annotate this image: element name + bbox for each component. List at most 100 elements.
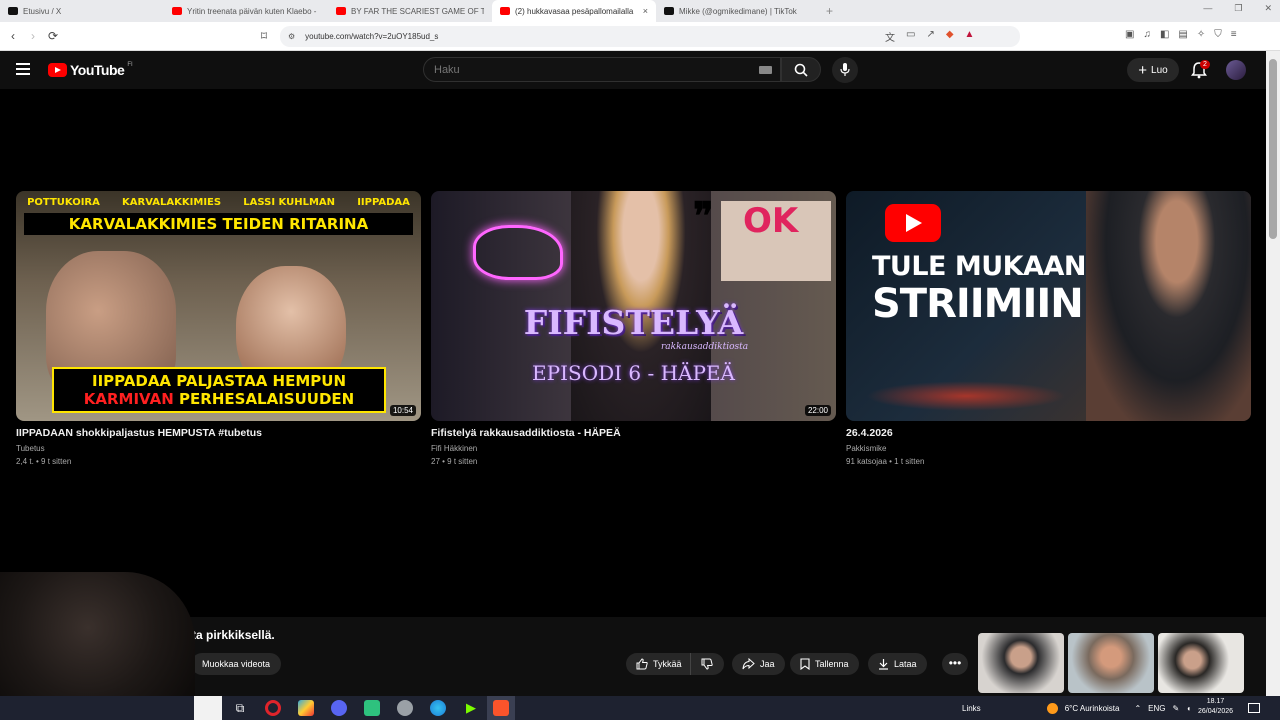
video-thumbnail[interactable]: TULE MUKAAN STRIIMIIN <box>846 191 1251 421</box>
video-card[interactable]: OK ❞ FIFISTELYÄ rakkausaddiktiosta EPISO… <box>431 191 836 468</box>
menu-icon[interactable] <box>16 63 30 75</box>
quote-mark-icon: ❞ <box>693 193 714 238</box>
address-bar-row: ‹ › ⟳ ⌑ ⚙ youtube.com/watch?v=2uOY185ud_… <box>0 22 1280 51</box>
cast-icon[interactable]: ▭ <box>906 29 915 44</box>
taskbar-active-app[interactable] <box>487 696 515 720</box>
links-toolbar[interactable]: Links <box>962 704 981 713</box>
browser-tab[interactable]: Yritin treenata päivän kuten Klaebo - <box>164 0 328 22</box>
thumbnail-person <box>1086 191 1251 421</box>
recommended-video-thumbnail[interactable] <box>978 633 1064 693</box>
scrollbar-thumb[interactable] <box>1269 59 1277 239</box>
search-input[interactable] <box>423 57 781 82</box>
search-icon <box>794 63 808 77</box>
thumbnail-title: FIFISTELYÄ <box>523 303 744 342</box>
edit-video-button[interactable]: Muokkaa videota <box>191 653 281 675</box>
youtube-favicon-icon <box>172 7 182 15</box>
video-thumbnail[interactable]: OK ❞ FIFISTELYÄ rakkausaddiktiosta EPISO… <box>431 191 836 421</box>
edge-icon[interactable] <box>430 700 446 716</box>
download-button[interactable]: Lataa <box>868 653 927 675</box>
maximize-icon[interactable]: ❐ <box>1234 3 1242 14</box>
share-button[interactable]: Jaa <box>732 653 785 675</box>
browser-tab[interactable]: Mikke (@ogmikedimane) | TikTok <box>656 0 820 22</box>
channel-name[interactable]: Fifi Häkkinen <box>431 442 836 455</box>
more-actions-button[interactable]: ••• <box>942 653 968 675</box>
taskbar-search[interactable] <box>194 696 222 720</box>
play-app-icon[interactable]: ▶ <box>463 700 479 716</box>
sidebar-icon[interactable]: ◧ <box>1160 29 1169 40</box>
thumbnail-sign: OK <box>721 201 831 281</box>
tab-title: Etusivu / X <box>23 6 62 16</box>
save-button[interactable]: Tallenna <box>790 653 859 675</box>
tray-chevron-icon[interactable]: ⌃ <box>1134 704 1141 713</box>
share-label: Jaa <box>760 659 775 669</box>
country-code: FI <box>127 62 133 68</box>
browser-tab[interactable]: BY FAR THE SCARIEST GAME OF THE <box>328 0 492 22</box>
video-meta: 27 • 9 t sitten <box>431 457 478 466</box>
opera-icon[interactable] <box>265 700 281 716</box>
discord-icon[interactable] <box>331 700 347 716</box>
youtube-logo[interactable]: YouTube FI <box>48 62 133 78</box>
create-button[interactable]: + Luo <box>1127 58 1179 82</box>
media-icon[interactable]: ♫ <box>1143 29 1151 40</box>
window-controls: — ❐ ✕ <box>1203 3 1272 14</box>
recommended-video-thumbnail[interactable] <box>1158 633 1244 693</box>
video-thumbnail[interactable]: POTTUKOIRA KARVALAKKIMIES LASSI KUHLMAN … <box>16 191 421 421</box>
task-view-icon[interactable]: ⧉ <box>232 700 248 716</box>
share-icon[interactable]: ↗ <box>926 29 934 44</box>
new-tab-button[interactable]: + <box>826 4 833 18</box>
channel-name[interactable]: Tubetus <box>16 442 421 455</box>
channel-name[interactable]: Pakkismike <box>846 442 1251 455</box>
video-card[interactable]: POTTUKOIRA KARVALAKKIMIES LASSI KUHLMAN … <box>16 191 421 468</box>
search-button[interactable] <box>781 57 821 82</box>
menu-icon[interactable]: ≡ <box>1231 29 1237 40</box>
brave-rewards-icon[interactable]: ▲ <box>965 29 975 44</box>
brave-shield-icon[interactable]: ◆ <box>946 29 954 44</box>
tab-title: (2) hukkavasaa pesäpallomailalla <box>515 6 634 16</box>
taskbar-clock[interactable]: 18.17 26/04/2026 <box>1198 697 1233 717</box>
youtube-favicon-icon <box>500 7 510 15</box>
weather-text[interactable]: 6°C Aurinkoista <box>1065 704 1120 713</box>
wallet-icon[interactable]: ▤ <box>1178 29 1187 40</box>
minimize-icon[interactable]: — <box>1203 3 1212 14</box>
system-tray: Links 6°C Aurinkoista ⌃ ENG ✎ ◖ <box>962 696 1191 720</box>
youtube-play-icon <box>48 63 67 77</box>
browser-tab[interactable]: Etusivu / X <box>0 0 164 22</box>
forward-icon[interactable]: › <box>23 29 43 43</box>
app-icon[interactable] <box>397 700 413 716</box>
download-label: Lataa <box>894 659 917 669</box>
video-title[interactable]: Fifistelyä rakkausaddiktiosta - HÄPEÄ <box>431 427 836 439</box>
video-title[interactable]: 26.4.2026 <box>846 427 1251 439</box>
site-info-icon[interactable]: ⚙ <box>288 32 295 41</box>
notification-center-icon[interactable] <box>1248 703 1260 713</box>
network-icon[interactable]: ✎ <box>1173 704 1180 713</box>
translate-icon[interactable]: 文 <box>885 29 895 44</box>
page-scrollbar[interactable] <box>1266 51 1280 696</box>
language-indicator[interactable]: ENG <box>1148 704 1165 713</box>
recommended-video-thumbnail[interactable] <box>1068 633 1154 693</box>
like-button[interactable]: Tykkää <box>626 653 690 675</box>
reload-icon[interactable]: ⟳ <box>43 29 63 43</box>
video-card[interactable]: TULE MUKAAN STRIIMIIN 26.4.2026 Pakkismi… <box>846 191 1251 468</box>
app-icon[interactable] <box>298 700 314 716</box>
voice-search-button[interactable] <box>832 57 858 83</box>
video-title[interactable]: IIPPADAAN shokkipaljastus HEMPUSTA #tube… <box>16 427 421 439</box>
thumbnail-line1: TULE MUKAAN <box>872 251 1087 282</box>
avatar[interactable] <box>1226 60 1246 80</box>
browser-tab-active[interactable]: (2) hukkavasaa pesäpallomailalla × <box>492 0 656 22</box>
keyboard-icon[interactable] <box>759 66 772 74</box>
thumbnail-subtitle: rakkausaddiktiosta <box>661 342 749 352</box>
notification-badge: 2 <box>1200 60 1210 69</box>
back-icon[interactable]: ‹ <box>3 29 23 43</box>
volume-icon[interactable]: ◖ <box>1186 704 1191 713</box>
close-tab-icon[interactable]: × <box>643 6 648 16</box>
reader-icon[interactable]: ▣ <box>1125 29 1134 40</box>
close-window-icon[interactable]: ✕ <box>1264 3 1272 14</box>
vpn-icon[interactable]: ⛉ <box>1214 29 1222 40</box>
bookmark-icon[interactable]: ⌑ <box>254 29 274 43</box>
thumbnail-label: KARVALAKKIMIES <box>122 197 222 208</box>
dislike-button[interactable] <box>690 653 724 675</box>
thumbnail-label: IIPPADAA <box>357 197 410 208</box>
webcam-overlay <box>0 572 195 696</box>
leo-icon[interactable]: ✧ <box>1197 29 1205 40</box>
app-icon[interactable] <box>364 700 380 716</box>
